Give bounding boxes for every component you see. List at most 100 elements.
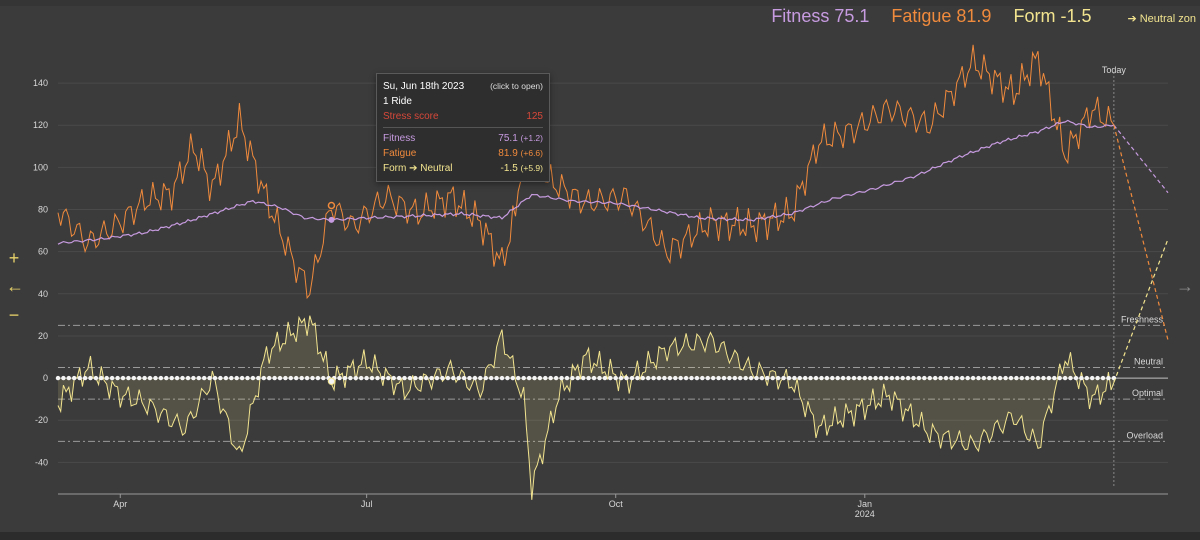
y-tick-label: 60: [38, 247, 48, 257]
activity-dot: [342, 375, 348, 381]
activity-dot: [943, 375, 949, 381]
activity-dot: [537, 375, 543, 381]
activity-dot: [137, 375, 142, 381]
activity-dot: [548, 375, 553, 381]
activity-dot: [196, 375, 201, 381]
tooltip-open-hint[interactable]: (click to open): [490, 79, 543, 94]
tooltip-divider: [383, 127, 543, 128]
activity-dot: [933, 375, 938, 381]
activity-dot: [775, 375, 781, 381]
activity-dot: [694, 375, 700, 381]
neutral-zone-link[interactable]: ➔ Neutral zon: [1127, 12, 1196, 25]
activity-dot: [277, 375, 283, 381]
activity-dot: [521, 375, 526, 381]
activity-dot: [575, 375, 580, 381]
activity-dot: [981, 375, 987, 381]
activity-dot: [613, 375, 618, 381]
activity-dot: [1095, 375, 1100, 381]
y-tick-label: 20: [38, 331, 48, 341]
activity-dot: [472, 375, 478, 381]
activity-dot: [689, 375, 694, 381]
activity-dot: [770, 375, 775, 381]
activity-dot: [272, 375, 277, 381]
activity-dot: [868, 375, 873, 381]
activity-dot: [348, 375, 353, 381]
activity-dot: [640, 375, 645, 381]
tooltip-form-value-group: -1.5 (+5.9): [501, 161, 543, 176]
forward-arrow-icon[interactable]: →: [1176, 276, 1194, 297]
activity-dot: [602, 375, 608, 381]
activity-dot: [494, 375, 499, 381]
tooltip-fatigue-label: Fatigue: [383, 148, 417, 159]
activity-dot: [976, 375, 981, 381]
activity-dot: [418, 375, 423, 381]
activity-dot: [830, 375, 835, 381]
tooltip-form-delta: (+5.9): [520, 163, 543, 173]
activity-dot: [884, 375, 889, 381]
activity-dot: [413, 375, 418, 381]
activity-dot: [359, 375, 364, 381]
fitness-fatigue-chart[interactable]: 140 120 100 80 60 40 20 0 -20 -40 Apr Jul Oct Jan2024…: [0, 0, 1200, 540]
day-tooltip[interactable]: Su, Jun 18th 2023 (click to open) 1 Ride…: [376, 73, 550, 182]
activity-dot: [77, 375, 82, 381]
zoom-out-button[interactable]: −: [6, 305, 22, 326]
activity-dot: [846, 375, 851, 381]
activity-dot: [922, 375, 927, 381]
y-tick-label: 120: [33, 120, 48, 130]
activity-dot: [250, 375, 256, 381]
zoom-in-button[interactable]: +: [6, 248, 22, 269]
activity-dot: [239, 375, 245, 381]
activity-dot: [711, 375, 716, 381]
activity-dot: [1090, 375, 1095, 381]
activity-dot: [656, 375, 662, 381]
activity-dot: [1057, 375, 1062, 381]
activity-dot: [61, 375, 66, 381]
activity-dot: [1041, 375, 1046, 381]
activity-dot: [467, 375, 472, 381]
hover-marker-fatigue: [327, 201, 336, 210]
activity-dot: [608, 375, 613, 381]
tooltip-fitness-label: Fitness: [383, 133, 416, 144]
zone-label: Optimal: [1132, 388, 1163, 398]
tooltip-fitness-value-group: 75.1 (+1.2): [498, 131, 543, 146]
y-tick-label: 100: [33, 162, 48, 172]
activity-dot: [1019, 375, 1024, 381]
activity-dot: [1046, 375, 1052, 381]
activity-dot: [635, 375, 640, 381]
x-tick-label: Oct: [609, 499, 624, 509]
activity-dot: [380, 375, 386, 381]
activity-dot: [900, 375, 905, 381]
activity-dot: [754, 375, 759, 381]
activity-dot: [759, 375, 765, 381]
activity-dot: [1106, 375, 1111, 381]
activity-dot: [164, 375, 169, 381]
activity-dot: [813, 375, 819, 381]
activity-dot: [1025, 375, 1030, 381]
activity-dot: [510, 375, 515, 381]
activity-dot: [624, 375, 629, 381]
activity-dot: [1100, 375, 1106, 381]
chart-legend-header: Fitness 75.1 Fatigue 81.9 Form -1.5 ➔ Ne…: [771, 6, 1196, 27]
activity-dot: [618, 375, 624, 381]
activity-dot: [895, 375, 900, 381]
activity-dot: [147, 375, 153, 381]
activity-dot: [505, 375, 510, 381]
activity-dot: [727, 375, 732, 381]
activity-dot: [218, 375, 223, 381]
activity-dot: [743, 375, 748, 381]
activity-dot: [797, 375, 802, 381]
activity-dot: [489, 375, 494, 381]
activity-dot: [629, 375, 635, 381]
back-arrow-icon[interactable]: ←: [6, 276, 24, 297]
activity-dot: [131, 375, 136, 381]
activity-dot: [120, 375, 126, 381]
today-label: Today: [1102, 65, 1127, 75]
activity-dot: [911, 375, 916, 381]
activity-dot: [786, 375, 792, 381]
activity-dot: [126, 375, 131, 381]
activity-dot: [353, 375, 358, 381]
activity-dot: [142, 375, 147, 381]
activity-dot: [223, 375, 229, 381]
activity-dot: [288, 375, 293, 381]
activity-dot: [1035, 375, 1041, 381]
